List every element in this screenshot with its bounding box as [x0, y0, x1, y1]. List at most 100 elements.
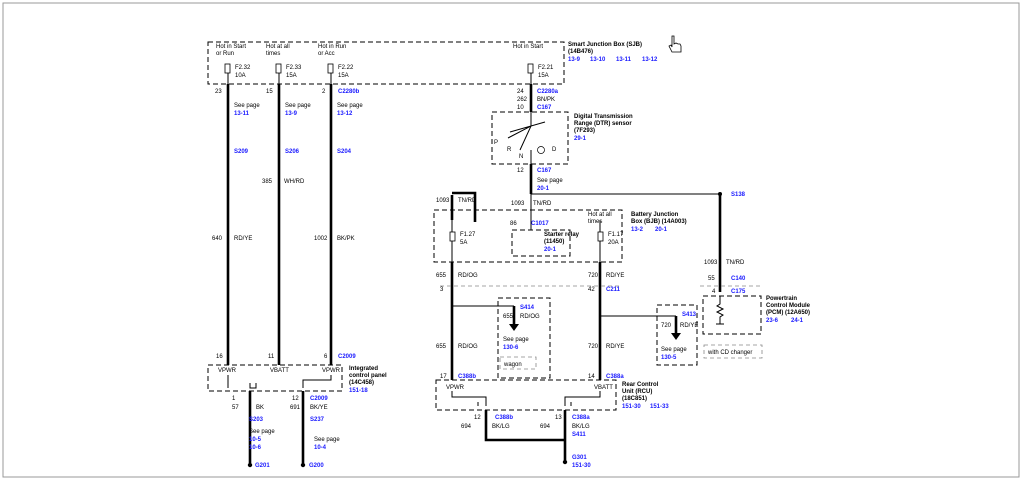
svg-text:See page: See page: [249, 429, 275, 435]
svg-text:655: 655: [503, 314, 514, 320]
page-link[interactable]: 20-1: [655, 227, 668, 233]
page-link[interactable]: 20-1: [537, 186, 550, 192]
svg-text:2: 2: [322, 89, 326, 95]
svg-text:See page: See page: [337, 103, 363, 109]
svg-text:N: N: [519, 154, 523, 160]
page-border: [2, 2, 1020, 478]
splice-s414[interactable]: S414: [520, 305, 535, 311]
svg-text:(18C851): (18C851): [622, 396, 647, 402]
svg-text:RD/OG: RD/OG: [458, 344, 478, 350]
ground-g200[interactable]: G200: [309, 463, 324, 469]
rcu-title: Rear Control: [622, 382, 659, 388]
svg-text:Hot in Start: Hot in Start: [216, 44, 246, 50]
connector-c211[interactable]: C211: [606, 287, 621, 293]
connector-c388b[interactable]: C388b: [495, 415, 513, 421]
connector-c388b[interactable]: C388b: [458, 374, 476, 380]
icp-title: Integrated: [349, 366, 378, 372]
page-link[interactable]: 20-1: [544, 247, 557, 253]
splice-s209[interactable]: S209: [234, 149, 249, 155]
svg-text:12: 12: [474, 415, 481, 421]
page-link[interactable]: 151-33: [650, 404, 669, 410]
svg-text:Control Module: Control Module: [766, 303, 811, 309]
connector-c388a[interactable]: C388a: [572, 415, 590, 421]
svg-text:(11450): (11450): [544, 239, 564, 245]
wagon-label: wagon: [503, 362, 522, 368]
connector-c2280a[interactable]: C2280a: [537, 89, 559, 95]
svg-text:See page: See page: [537, 178, 563, 184]
sjb-page-link[interactable]: 13-12: [642, 57, 658, 63]
ground-g301-icon: [562, 459, 568, 465]
ground-g301[interactable]: G301: [572, 455, 587, 461]
page-link[interactable]: 24-1: [791, 318, 804, 324]
svg-text:RD/YE: RD/YE: [606, 344, 624, 350]
splice-s411[interactable]: S411: [572, 432, 586, 438]
svg-text:12: 12: [517, 168, 524, 174]
connector-c2009[interactable]: C2009: [310, 396, 328, 402]
svg-text:See page: See page: [234, 103, 260, 109]
svg-text:F2.32: F2.32: [235, 65, 251, 71]
page-link[interactable]: 10-4: [314, 445, 327, 451]
arrow-down-icon: [671, 333, 681, 340]
svg-text:VBATT: VBATT: [270, 368, 289, 374]
svg-text:640: 640: [212, 236, 223, 242]
page-link[interactable]: 13-11: [234, 111, 250, 117]
svg-text:RD/YE: RD/YE: [234, 236, 252, 242]
svg-text:57: 57: [232, 405, 239, 411]
connector-c175[interactable]: C175: [731, 289, 746, 295]
svg-text:655: 655: [436, 344, 447, 350]
svg-text:(PCM) (12A650): (PCM) (12A650): [766, 310, 810, 316]
connector-c167[interactable]: C167: [537, 105, 552, 111]
page-link[interactable]: 23-6: [766, 318, 779, 324]
sjb-fuse-3: Hot in Run or Acc F2.22 15A: [318, 44, 354, 79]
page-link[interactable]: 130-6: [503, 345, 519, 351]
page-link[interactable]: 151-18: [349, 388, 368, 394]
svg-text:F2.21: F2.21: [538, 65, 554, 71]
svg-text:3: 3: [440, 287, 444, 293]
page-link[interactable]: 13-2: [631, 227, 644, 233]
sjb-page-link[interactable]: 13-11: [616, 57, 632, 63]
splice-s413[interactable]: S413: [682, 312, 697, 318]
connector-c140[interactable]: C140: [731, 276, 746, 282]
svg-text:TN/RD: TN/RD: [726, 260, 745, 266]
svg-text:Hot at all: Hot at all: [266, 44, 290, 50]
svg-text:16: 16: [216, 354, 223, 360]
page-link[interactable]: 151-30: [622, 404, 641, 410]
svg-text:Box (BJB) (14A003): Box (BJB) (14A003): [631, 219, 687, 225]
pcm-box: [702, 295, 762, 335]
sjb-fuse-1: Hot in Start or Run F2.32 10A: [216, 44, 251, 79]
svg-text:RD/OG: RD/OG: [520, 314, 540, 320]
fuse-icon: [597, 231, 604, 242]
svg-text:WH/RD: WH/RD: [284, 179, 305, 185]
page-link[interactable]: 13-9: [285, 111, 298, 117]
svg-text:Unit (RCU): Unit (RCU): [622, 389, 652, 395]
svg-text:720: 720: [588, 273, 599, 279]
page-link[interactable]: 13-12: [337, 111, 353, 117]
connector-c2009[interactable]: C2009: [338, 354, 356, 360]
svg-text:Range (DTR) sensor: Range (DTR) sensor: [574, 121, 632, 127]
connector-c2280b[interactable]: C2280b: [338, 89, 360, 95]
bjb-title: Battery Junction: [631, 212, 679, 218]
page-link[interactable]: 10-5: [249, 437, 262, 443]
fuse-icon: [449, 231, 456, 242]
page-link[interactable]: 29-1: [574, 136, 587, 142]
ground-g200-icon: [300, 462, 306, 468]
connector-c167[interactable]: C167: [537, 168, 552, 174]
splice-s138[interactable]: S138: [731, 192, 746, 198]
splice-s237[interactable]: S237: [310, 417, 325, 423]
splice-s203[interactable]: S203: [249, 417, 264, 423]
svg-text:1: 1: [232, 396, 236, 402]
svg-text:BK/LG: BK/LG: [572, 424, 590, 430]
svg-text:1093: 1093: [436, 198, 450, 204]
ground-g201[interactable]: G201: [255, 463, 270, 469]
svg-text:1093: 1093: [704, 260, 718, 266]
svg-text:F2.33: F2.33: [286, 65, 302, 71]
page-link[interactable]: 10-6: [249, 445, 262, 451]
page-link[interactable]: 151-30: [572, 463, 591, 469]
connector-c1017[interactable]: C1017: [531, 221, 549, 227]
splice-s204[interactable]: S204: [337, 149, 352, 155]
sjb-page-link[interactable]: 13-9: [568, 57, 581, 63]
connector-c388a[interactable]: C388a: [606, 374, 624, 380]
page-link[interactable]: 130-5: [661, 355, 677, 361]
sjb-page-link[interactable]: 13-10: [590, 57, 606, 63]
splice-s206[interactable]: S206: [285, 149, 300, 155]
